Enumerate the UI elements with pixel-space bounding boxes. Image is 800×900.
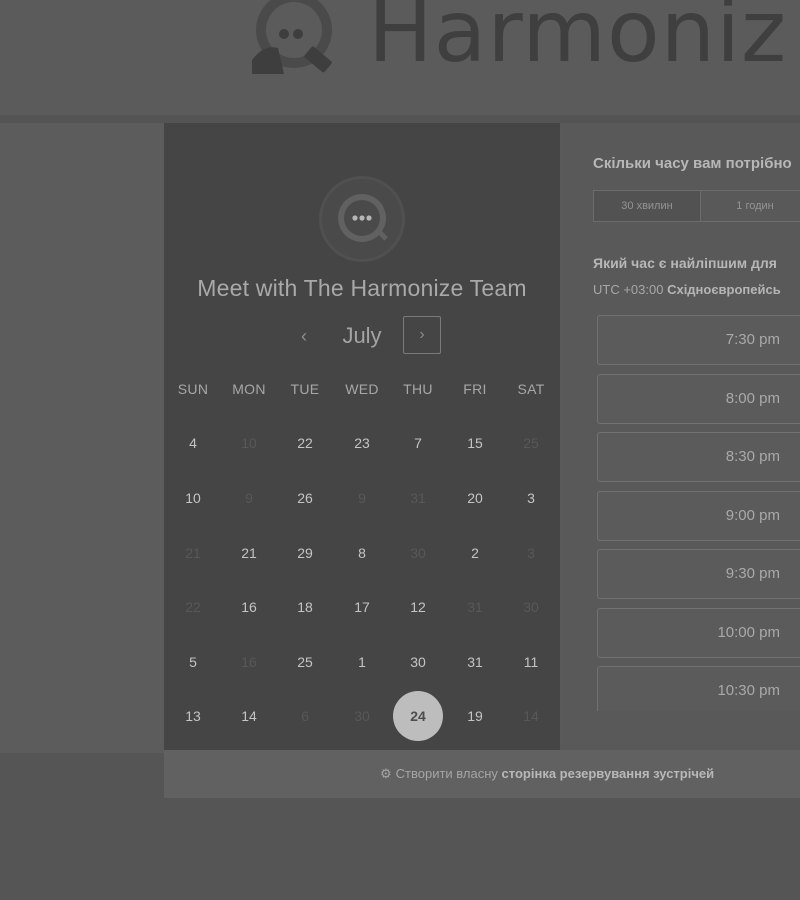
calendar-day: 30 xyxy=(523,599,539,615)
time-slot-button[interactable]: 9:00 pm xyxy=(597,490,800,541)
month-label: July xyxy=(342,323,382,348)
calendar-day[interactable]: 16 xyxy=(224,582,274,632)
weekday-sat: SAT xyxy=(517,381,545,397)
calendar-day[interactable]: 25 xyxy=(280,637,330,687)
sprocket-icon: ⚙ xyxy=(380,766,392,781)
calendar-day[interactable]: 4 xyxy=(168,418,218,468)
calendar-day[interactable]: 5 xyxy=(168,637,218,687)
time-slot-list[interactable]: 7:30 pm 8:00 pm 8:30 pm 9:00 pm 9:30 pm 10:00… xyxy=(597,315,800,711)
calendar-day[interactable]: 15 xyxy=(450,418,500,468)
timezone-offset: UTC +03:00 xyxy=(593,282,664,297)
time-slot-label: 8:00 pm xyxy=(725,389,780,407)
chevron-left-icon: ‹ xyxy=(301,326,307,346)
footer-link[interactable]: сторінка резервування зустрічей xyxy=(502,766,715,781)
calendar-day: 30 xyxy=(410,545,426,561)
calendar-day[interactable]: 3 xyxy=(506,473,556,523)
calendar-day: 3 xyxy=(527,545,535,561)
time-slot-label: 7:30 pm xyxy=(725,331,780,348)
time-slot-label: 9:30 pm xyxy=(725,565,780,582)
footer-bar: ⚙ Створити власну сторінка резервування з… xyxy=(164,750,800,798)
weekday-mon: MON xyxy=(232,381,266,397)
calendar-day[interactable]: 31 xyxy=(450,637,500,687)
weekday-header: SUN MON TUE WED THU FRI SAT xyxy=(164,381,560,401)
timezone-name[interactable]: Східноєвропейсь xyxy=(667,282,781,297)
weekday-tue: TUE xyxy=(290,381,320,397)
time-slot-button[interactable]: 7:30 pm xyxy=(597,315,800,365)
calendar-day[interactable]: 22 xyxy=(280,418,330,468)
calendar-day[interactable]: 18 xyxy=(280,582,330,632)
prev-month-button[interactable]: ‹ xyxy=(292,321,316,351)
time-slot-button[interactable]: 8:30 pm xyxy=(597,432,800,482)
calendar-day[interactable]: 2 xyxy=(450,528,500,578)
time-slot-button[interactable]: 10:00 pm xyxy=(597,607,800,658)
calendar-day: 9 xyxy=(245,490,253,506)
left-gutter xyxy=(0,123,164,753)
calendar-day: 25 xyxy=(523,435,539,451)
divider xyxy=(0,115,800,123)
calendar-day-selected[interactable]: 24 xyxy=(393,691,443,741)
calendar-day[interactable]: 14 xyxy=(224,691,274,741)
weekday-thu: THU xyxy=(403,381,433,397)
chat-bubble-logo-icon xyxy=(338,194,388,242)
calendar-day: 31 xyxy=(410,490,426,506)
duration-1h-option[interactable]: 1 годин xyxy=(700,190,800,222)
calendar-day[interactable]: 8 xyxy=(337,528,387,578)
timezone-label: UTC +03:00 Східноєвропейсь xyxy=(593,282,781,297)
calendar-day[interactable]: 10 xyxy=(168,473,218,523)
booking-panel: Скільки часу вам потрібно 30 хвилин 1 го… xyxy=(561,123,800,750)
time-slot-button[interactable]: 9:30 pm xyxy=(597,549,800,599)
calendar-day: 30 xyxy=(354,708,370,724)
calendar-grid: 4 10 22 23 7 15 25 10 9 26 9 31 20 3 21 21 29 8 30 2 3 22 16 18… xyxy=(164,418,560,748)
brand-name: Harmoniz xyxy=(368,0,788,82)
weekday-wed: WED xyxy=(345,381,379,397)
calendar-day[interactable]: 13 xyxy=(168,691,218,741)
weekday-fri: FRI xyxy=(463,381,487,397)
calendar-day[interactable]: 26 xyxy=(280,473,330,523)
chevron-right-icon: › xyxy=(419,326,425,343)
calendar-day[interactable]: 21 xyxy=(224,528,274,578)
calendar-day[interactable]: 29 xyxy=(280,528,330,578)
calendar-day: 21 xyxy=(185,545,201,561)
calendar-day[interactable]: 12 xyxy=(393,582,443,632)
calendar-day: 22 xyxy=(185,599,201,615)
calendar-day: 14 xyxy=(523,708,539,724)
calendar-day[interactable]: 11 xyxy=(506,637,556,687)
header-bar: Harmoniz xyxy=(0,0,800,115)
calendar-day[interactable]: 20 xyxy=(450,473,500,523)
time-slot-label: 9:00 pm xyxy=(725,506,780,524)
calendar-day[interactable]: 23 xyxy=(337,418,387,468)
calendar-day[interactable]: 7 xyxy=(393,418,443,468)
calendar-day[interactable]: 1 xyxy=(337,637,387,687)
avatar xyxy=(322,179,402,259)
time-slot-label: 10:00 pm xyxy=(717,623,780,641)
calendar-day: 31 xyxy=(467,599,483,615)
calendar-day: 10 xyxy=(241,435,257,451)
time-slot-button[interactable]: 8:00 pm xyxy=(597,373,800,424)
calendar-day[interactable]: 17 xyxy=(337,582,387,632)
calendar-day: 6 xyxy=(301,708,309,724)
calendar-day: 9 xyxy=(358,490,366,506)
time-question: Який час є найліпшим для xyxy=(593,255,777,271)
calendar-day[interactable]: 19 xyxy=(450,691,500,741)
calendar-panel: Meet with The Harmonize Team ‹ July › SU… xyxy=(164,123,560,750)
next-month-button[interactable]: › xyxy=(403,316,441,354)
weekday-sun: SUN xyxy=(177,381,209,397)
duration-question: Скільки часу вам потрібно xyxy=(593,155,792,172)
time-slot-label: 8:30 pm xyxy=(725,448,780,465)
calendar-day: 16 xyxy=(241,654,257,670)
harmonize-logo-icon xyxy=(252,0,332,74)
calendar-day[interactable]: 30 xyxy=(393,637,443,687)
meeting-title: Meet with The Harmonize Team xyxy=(197,275,527,301)
footer-prefix: Створити власну xyxy=(395,766,498,781)
duration-30min-option[interactable]: 30 хвилин xyxy=(593,190,701,222)
time-slot-label: 10:30 pm xyxy=(717,682,780,699)
time-slot-button[interactable]: 10:30 pm xyxy=(597,666,800,711)
footer-cta[interactable]: ⚙ Створити власну сторінка резервування з… xyxy=(380,766,714,782)
